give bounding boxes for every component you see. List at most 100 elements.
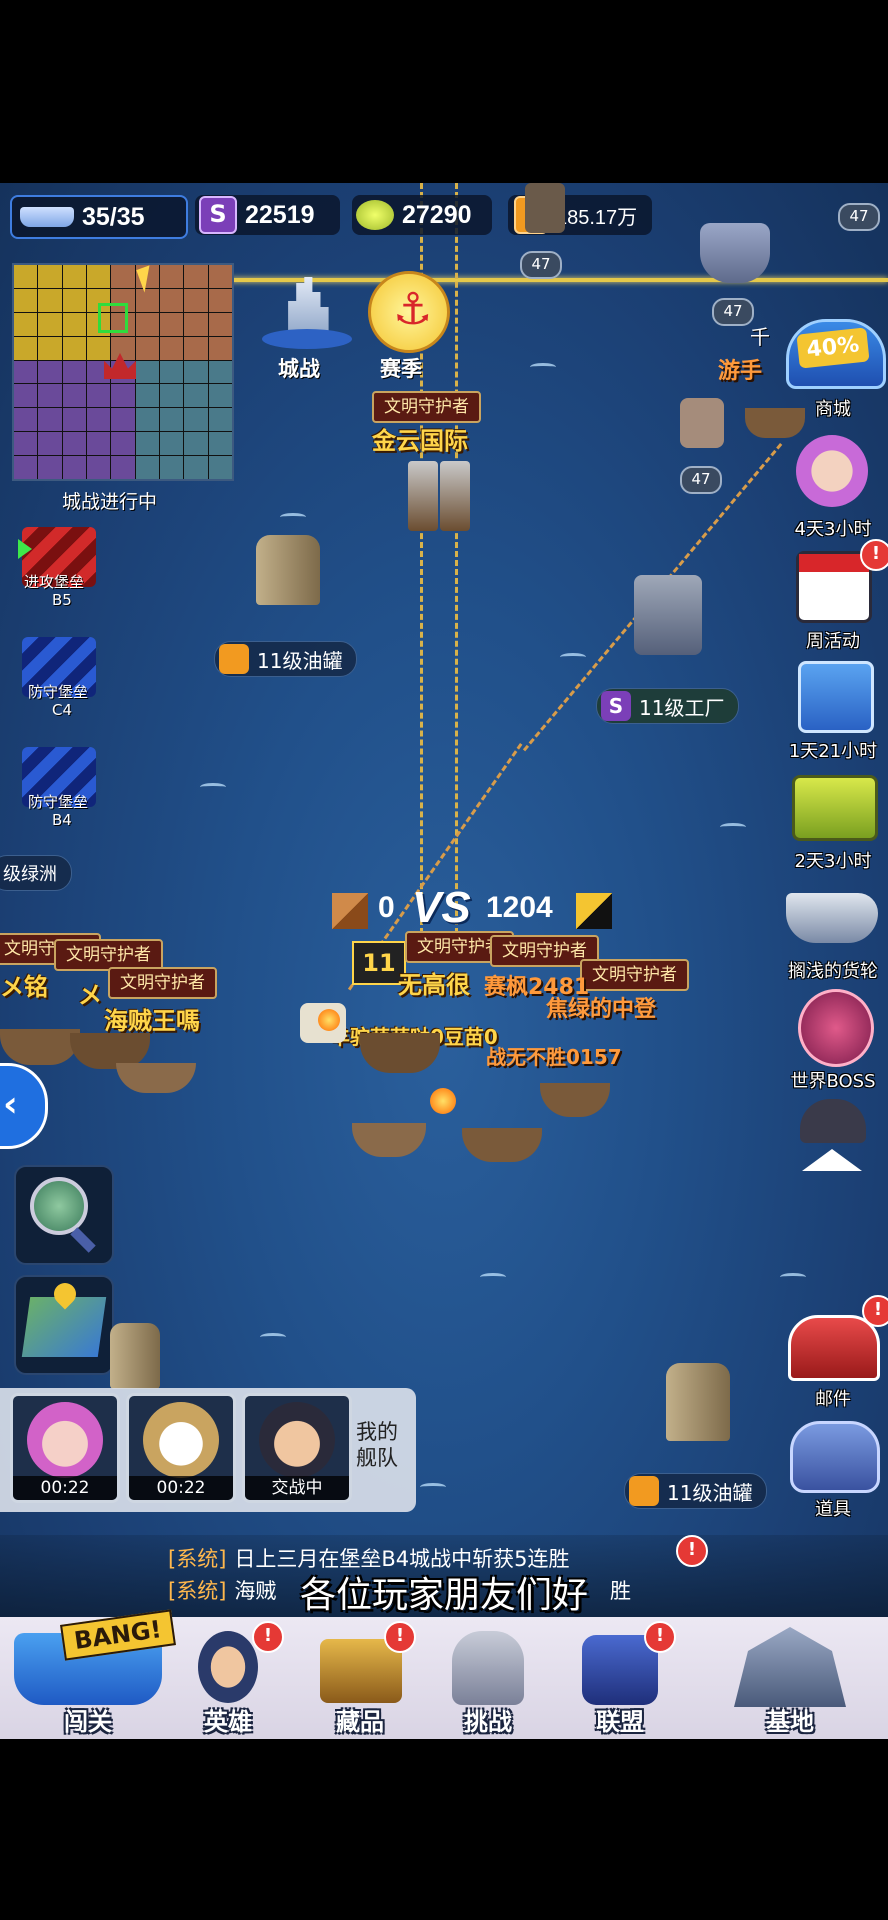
- season-button[interactable]: ⚓: [368, 271, 450, 353]
- minimap-cell: [184, 432, 208, 456]
- player-ship[interactable]: [116, 1063, 196, 1093]
- hero-status: 交战中: [245, 1476, 349, 1500]
- minimap-cell: [135, 336, 159, 360]
- shop-button[interactable]: 40% 商城: [778, 313, 888, 421]
- items-label: 道具: [815, 1499, 851, 1520]
- oil-tank-building[interactable]: [110, 1323, 160, 1389]
- hero-slot-1[interactable]: 00:22: [10, 1393, 120, 1503]
- nav-collection[interactable]: ! 藏品: [300, 1617, 420, 1739]
- factory-tag[interactable]: S 11级工厂: [596, 688, 740, 724]
- nav-challenge[interactable]: 挑战: [428, 1617, 548, 1739]
- wave-decor: [480, 1273, 506, 1281]
- hero-slot-2[interactable]: 00:22: [126, 1393, 236, 1503]
- fortress-code: B5: [52, 591, 72, 609]
- minimap-cell: [208, 384, 232, 408]
- player-ship[interactable]: [540, 1083, 610, 1117]
- mail-button[interactable]: ! 邮件: [778, 1295, 888, 1411]
- defense-fortress-b4[interactable]: 防守堡垒 B4: [18, 743, 100, 829]
- search-map-button[interactable]: [14, 1165, 114, 1265]
- nav-challenge-label: 挑战: [464, 1708, 512, 1736]
- player-ship[interactable]: [352, 1123, 426, 1157]
- minimap-cell: [38, 456, 62, 479]
- oil-tank-building[interactable]: [666, 1363, 730, 1441]
- nav-alliance[interactable]: ! 联盟: [560, 1617, 680, 1739]
- oil-tank-building[interactable]: [256, 535, 320, 605]
- hero-icon: [198, 1631, 258, 1703]
- player-ship[interactable]: [0, 1029, 80, 1065]
- player-name-budong[interactable]: 战无不胜0157: [486, 1041, 622, 1070]
- nav-base[interactable]: 基地: [700, 1617, 880, 1739]
- minimap-cell: [62, 265, 86, 288]
- stranded-freighter-label: 搁浅的货轮: [788, 961, 878, 982]
- minimap-cell: [160, 312, 184, 336]
- minimap-cell: [62, 456, 86, 479]
- minimap-cell: [160, 384, 184, 408]
- player-name-jinyun[interactable]: 金云国际: [372, 421, 468, 456]
- expand-menu-button[interactable]: [790, 1095, 876, 1181]
- event-timer-button[interactable]: 4天3小时: [778, 433, 888, 541]
- player-name-me[interactable]: メ: [78, 975, 102, 1010]
- game-map[interactable]: 35/35 S 22519 27290 185.17万 47 47 47 47 …: [0, 183, 888, 1738]
- minimap-cell: [38, 312, 62, 336]
- city-battle-button[interactable]: [262, 273, 352, 349]
- player-name-lv[interactable]: 焦绿的中登: [546, 991, 656, 1023]
- nav-heroes[interactable]: ! 英雄: [168, 1617, 288, 1739]
- oil-tank-tag[interactable]: 11级油罐: [624, 1473, 768, 1509]
- oasis-tag[interactable]: 级绿洲: [0, 855, 72, 891]
- stranded-freighter-button[interactable]: 搁浅的货轮: [778, 875, 888, 983]
- world-boss-button[interactable]: 世界BOSS: [778, 985, 888, 1093]
- items-button[interactable]: 道具: [778, 1413, 888, 1521]
- ship-icon: [20, 207, 74, 227]
- player-name-haizei[interactable]: 海贼王嗎: [104, 1001, 200, 1036]
- minimap-cell: [14, 360, 38, 384]
- minimap-cell: [87, 408, 111, 432]
- hero-timer: 00:22: [129, 1476, 233, 1500]
- minimap-cell: [14, 384, 38, 408]
- player-ship[interactable]: [462, 1128, 542, 1162]
- world-map-button[interactable]: [14, 1275, 114, 1375]
- factory-label: 11级工厂: [639, 695, 725, 720]
- hero-slot-3[interactable]: 交战中: [242, 1393, 352, 1503]
- player-ship[interactable]: [440, 461, 470, 531]
- oil-tank-tag[interactable]: 11级油罐: [214, 641, 358, 677]
- player-name-memin[interactable]: メ铭: [0, 967, 48, 1002]
- minimap-cell: [38, 265, 62, 288]
- minimap-cell: [38, 384, 62, 408]
- chevron-left-icon: ‹: [3, 1084, 18, 1125]
- my-fleet-label[interactable]: 我的舰队: [356, 1419, 408, 1471]
- alert-badge: !: [384, 1621, 416, 1653]
- enemy-ship[interactable]: [680, 398, 724, 448]
- gift-timer-button[interactable]: 1天21小时: [778, 655, 888, 763]
- player-ship[interactable]: [408, 461, 438, 531]
- player-name-qian[interactable]: 千: [750, 321, 770, 350]
- gold-counter[interactable]: 27290: [352, 195, 492, 235]
- player-ship[interactable]: [360, 1033, 440, 1073]
- enemy-ship[interactable]: [700, 223, 770, 283]
- defense-fortress-c4[interactable]: 防守堡垒 C4: [18, 633, 100, 719]
- player-name-wujiang[interactable]: 无高很: [398, 965, 470, 1000]
- nav-stages[interactable]: BANG! 闯关: [8, 1609, 176, 1739]
- explosion-effect: [318, 1009, 340, 1031]
- enemy-ship[interactable]: [525, 183, 565, 233]
- weekly-event-button[interactable]: ! 周活动: [778, 539, 888, 653]
- coin-s-counter[interactable]: S 22519: [195, 195, 340, 235]
- bottom-nav: BANG! 闯关 ! 英雄 ! 藏品 挑战 ! 联盟 基地: [0, 1609, 888, 1739]
- ship-count[interactable]: 35/35: [10, 195, 188, 239]
- fist-icon: [452, 1631, 524, 1705]
- factory-building[interactable]: [634, 575, 702, 655]
- anchor-icon: ⚓: [393, 284, 433, 335]
- minimap-cell: [208, 336, 232, 360]
- collapse-button[interactable]: ‹: [0, 1063, 48, 1149]
- attack-fortress-b5[interactable]: 进攻堡垒 B5: [18, 523, 100, 609]
- island-base: [262, 329, 352, 349]
- player-name-youshou[interactable]: 游手: [718, 353, 762, 385]
- video-subtitle: 各位玩家朋友们好: [299, 1575, 588, 1616]
- gold-value: 27290: [402, 200, 472, 229]
- minimap-cell: [111, 384, 135, 408]
- minimap-cell: [135, 384, 159, 408]
- minimap-cell: [208, 288, 232, 312]
- minimap-cell: [184, 456, 208, 479]
- hero-portrait: [259, 1402, 335, 1478]
- treasure-timer-button[interactable]: 2天3小时: [778, 765, 888, 873]
- calendar-header: [799, 554, 869, 572]
